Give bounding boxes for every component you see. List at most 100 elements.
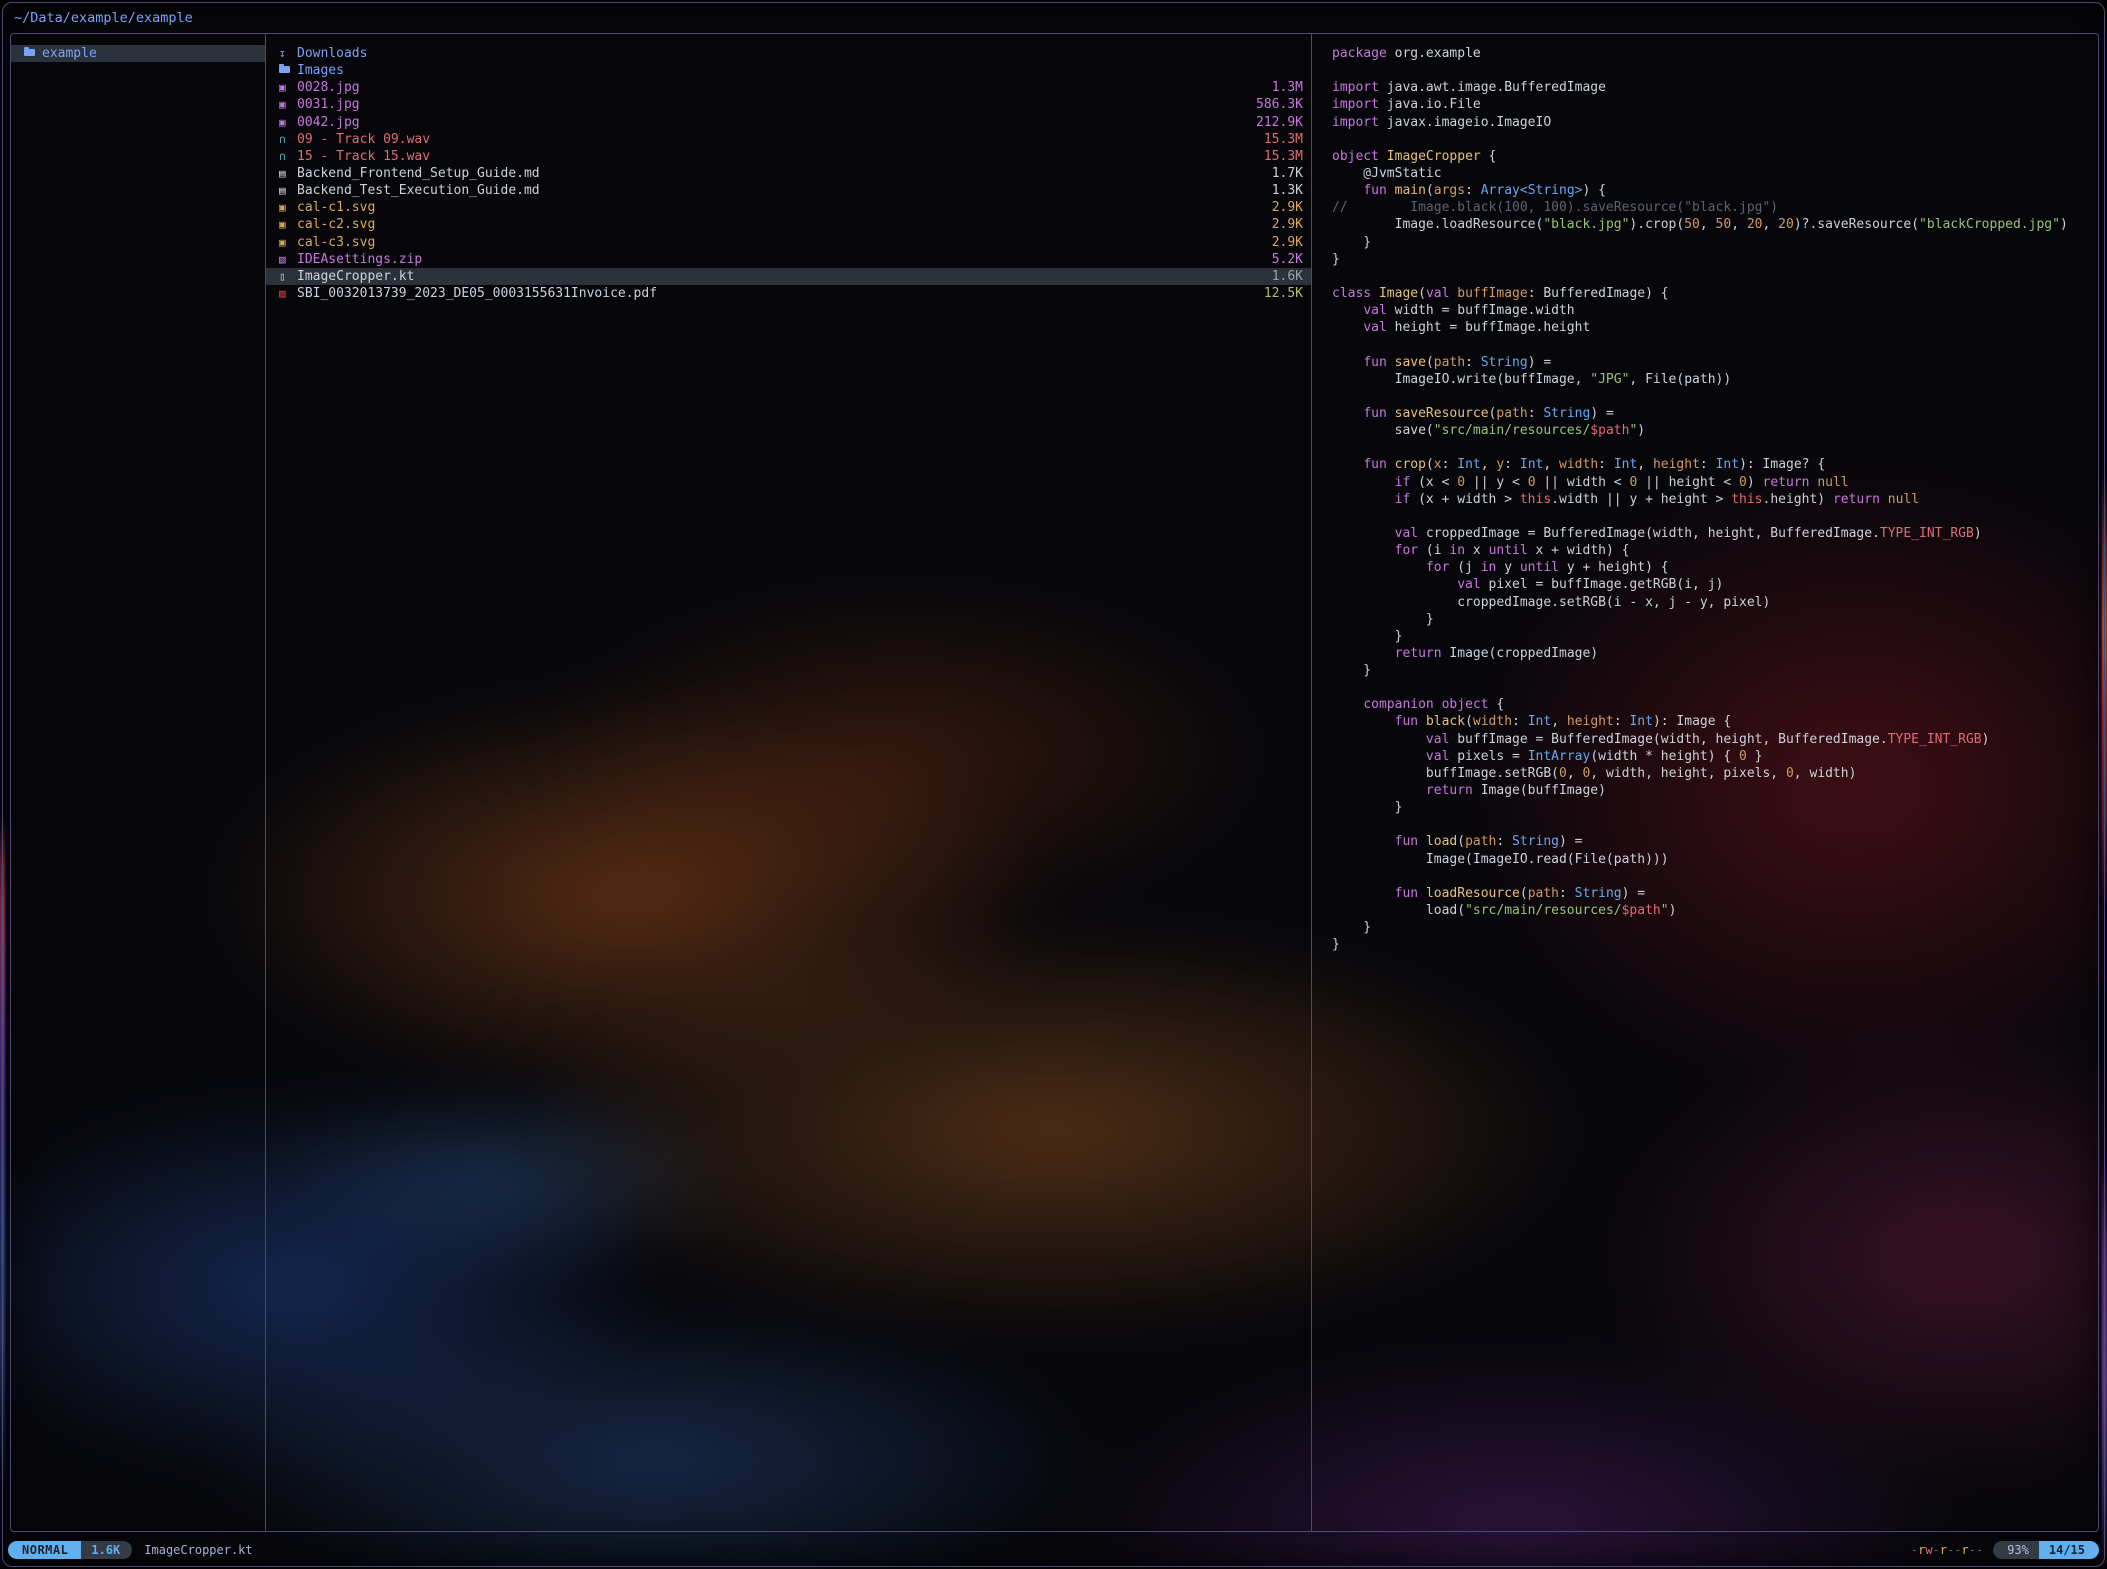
cursor-position: 14/15 [2039,1541,2099,1559]
file-name: IDEAsettings.zip [297,252,422,267]
code-line: val width = buffImage.width [1332,302,2098,319]
code-line: fun saveResource(path: String) = [1332,405,2098,422]
status-bar: NORMAL 1.6K ImageCropper.kt -rw-r--r-- 9… [8,1540,2099,1560]
code-line: save("src/main/resources/$path") [1332,422,2098,439]
markdown-icon: ▤ [279,185,294,196]
code-line: import java.io.File [1332,96,2098,113]
file-size: 212.9K [1246,115,1303,130]
code-line: fun save(path: String) = [1332,354,2098,371]
file-size: 15.3M [1254,149,1303,164]
status-right: -rw-r--r-- 93% 14/15 [1911,1541,2099,1559]
code-line: return Image(croppedImage) [1332,645,2098,662]
file-permissions: -rw-r--r-- [1911,1543,1983,1557]
file-row[interactable]: ▣cal-c1.svg2.9K [266,199,1311,216]
svg-icon: ▣ [279,219,294,230]
file-size: 1.3K [1262,183,1303,198]
file-name: 09 - Track 09.wav [297,132,430,147]
file-name: ImageCropper.kt [297,269,414,284]
code-line [1332,131,2098,148]
folder-icon [279,65,294,76]
file-name: cal-c3.svg [297,235,375,250]
file-row[interactable]: ▤Backend_Test_Execution_Guide.md1.3K [266,182,1311,199]
file-name: 0042.jpg [297,115,360,130]
code-line [1332,268,2098,285]
code-line [1332,439,2098,456]
code-line: // Image.black(100, 100).saveResource("b… [1332,199,2098,216]
code-line: return Image(buffImage) [1332,782,2098,799]
scroll-percent: 93% [1993,1541,2039,1559]
code-line: } [1332,611,2098,628]
code-line: } [1332,799,2098,816]
audio-icon: ∩ [279,134,294,145]
code-line: import java.awt.image.BufferedImage [1332,79,2098,96]
file-name: Downloads [297,46,367,61]
file-row[interactable]: ↧Downloads [266,45,1311,62]
code-line: import javax.imageio.ImageIO [1332,114,2098,131]
code-line [1332,62,2098,79]
preview-pane[interactable]: package org.example import java.awt.image… [1312,34,2098,1531]
file-row[interactable]: ▧IDEAsettings.zip5.2K [266,251,1311,268]
code-line: croppedImage.setRGB(i - x, j - y, pixel) [1332,594,2098,611]
kotlin-file-icon: ▯ [279,271,294,282]
parent-pane: example [11,34,265,1531]
wallpaper-edge-right [2102,0,2107,1569]
image-icon: ▣ [279,82,294,93]
file-row[interactable]: ▣0042.jpg 212.9K [266,114,1311,131]
svg-icon: ▣ [279,237,294,248]
svg-icon: ▣ [279,202,294,213]
status-filename: ImageCropper.kt [144,1543,252,1557]
file-size: 586.3K [1246,97,1303,112]
file-row[interactable]: ▣0031.jpg586.3K [266,96,1311,113]
code-line: } [1332,936,2098,953]
markdown-icon: ▤ [279,168,294,179]
file-row[interactable]: ▯ImageCropper.kt 1.6K [266,268,1311,285]
file-row[interactable]: ▣cal-c2.svg2.9K [266,216,1311,233]
file-row[interactable]: ▨SBI_0032013739_2023_DE05_0003155631Invo… [266,285,1311,302]
code-line: object ImageCropper { [1332,148,2098,165]
file-name: Images [297,63,344,78]
code-line: val pixel = buffImage.getRGB(i, j) [1332,576,2098,593]
zip-icon: ▧ [279,254,294,265]
code-line: if (x < 0 || y < 0 || width < 0 || heigh… [1332,474,2098,491]
file-name: 15 - Track 15.wav [297,149,430,164]
file-row[interactable]: ∩15 - Track 15.wav 15.3M [266,148,1311,165]
file-row[interactable]: Images [266,62,1311,79]
file-size: 15.3M [1254,132,1303,147]
code-line: fun black(width: Int, height: Int): Imag… [1332,713,2098,730]
file-name: cal-c2.svg [297,217,375,232]
code-line: val buffImage = BufferedImage(width, hei… [1332,731,2098,748]
code-line: val croppedImage = BufferedImage(width, … [1332,525,2098,542]
file-size: 1.6K [1262,269,1303,284]
position-badge: 93% 14/15 [1993,1541,2099,1559]
audio-icon: ∩ [279,151,294,162]
file-row[interactable]: ▤Backend_Frontend_Setup_Guide.md 1.7K [266,165,1311,182]
file-size-badge: 1.6K [81,1541,132,1559]
code-line [1332,336,2098,353]
code-line [1332,868,2098,885]
image-icon: ▣ [279,117,294,128]
code-line: package org.example [1332,45,2098,62]
file-row[interactable]: ▣cal-c3.svg2.9K [266,234,1311,251]
code-line: Image(ImageIO.read(File(path))) [1332,851,2098,868]
image-icon: ▣ [279,99,294,110]
code-line: fun load(path: String) = [1332,833,2098,850]
code-line: @JvmStatic [1332,165,2098,182]
file-name: Backend_Frontend_Setup_Guide.md [297,166,540,181]
file-manager-panes: example ↧DownloadsImages▣0028.jpg1.3M▣00… [10,33,2099,1532]
file-size: 1.3M [1262,80,1303,95]
file-row[interactable]: ∩09 - Track 09.wav 15.3M [266,131,1311,148]
code-line: } [1332,919,2098,936]
code-line: } [1332,662,2098,679]
parent-dir-row[interactable]: example [11,45,265,62]
file-size: 1.7K [1262,166,1303,181]
code-line: load("src/main/resources/$path") [1332,902,2098,919]
status-left: NORMAL 1.6K ImageCropper.kt [8,1541,253,1559]
code-line: val height = buffImage.height [1332,319,2098,336]
file-name: SBI_0032013739_2023_DE05_0003155631Invoi… [297,286,657,301]
file-list: ↧DownloadsImages▣0028.jpg1.3M▣0031.jpg58… [266,34,1311,1531]
code-line: Image.loadResource("black.jpg").crop(50,… [1332,216,2098,233]
code-line: fun loadResource(path: String) = [1332,885,2098,902]
code-line [1332,388,2098,405]
code-line: val pixels = IntArray(width * height) { … [1332,748,2098,765]
file-row[interactable]: ▣0028.jpg1.3M [266,79,1311,96]
